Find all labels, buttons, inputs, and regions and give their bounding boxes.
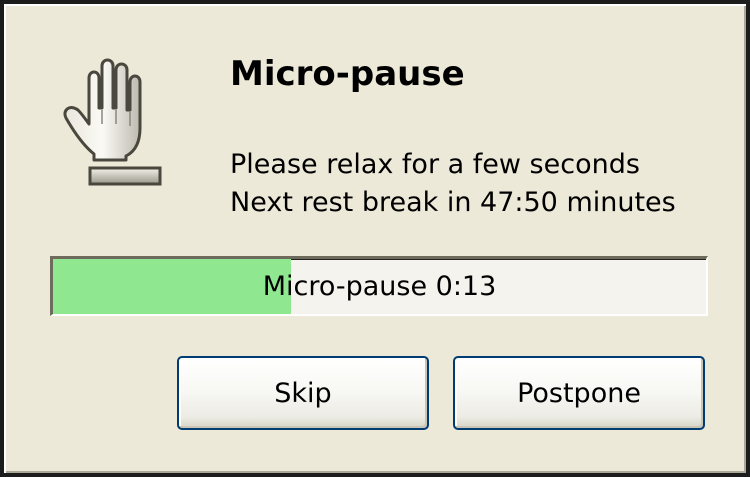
break-progress-bar: Micro-pause 0:13 bbox=[50, 256, 708, 316]
next-break-message: Next rest break in 47:50 minutes bbox=[230, 187, 676, 218]
relax-message: Please relax for a few seconds bbox=[230, 149, 640, 180]
skip-button[interactable]: Skip bbox=[177, 356, 429, 430]
micro-pause-dialog: Micro-pause Please relax for a few secon… bbox=[0, 0, 750, 477]
raised-hand-icon bbox=[63, 58, 162, 186]
dialog-message: Please relax for a few seconds Next rest… bbox=[230, 146, 676, 222]
progress-label: Micro-pause 0:13 bbox=[262, 271, 497, 302]
postpone-button[interactable]: Postpone bbox=[453, 356, 705, 430]
dialog-title: Micro-pause bbox=[230, 54, 465, 94]
